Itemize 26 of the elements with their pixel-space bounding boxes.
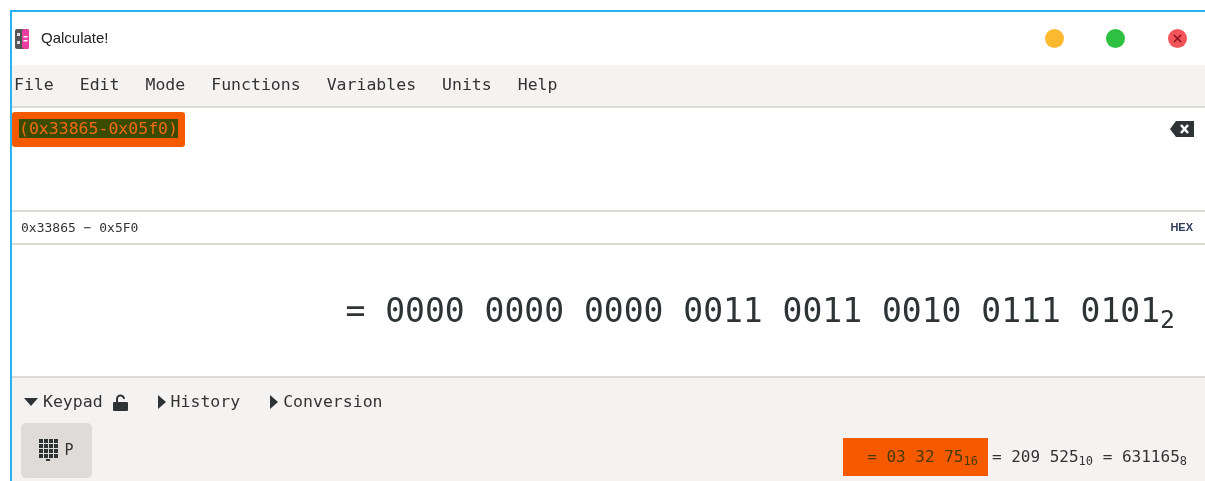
keypad-toggle-button[interactable]: P bbox=[21, 422, 92, 478]
conversion-result: = 209 525$_{10}$ = 631165$_{8}$ bbox=[990, 445, 1188, 470]
calculator-icon bbox=[15, 28, 29, 49]
lock-icon[interactable] bbox=[112, 393, 128, 411]
menu-item[interactable]: Variables bbox=[326, 73, 417, 98]
result-text: = 0000 0000 0000 0011 0011 0010 0111 0101$_{2}$ bbox=[345, 289, 1175, 336]
panel-toggle[interactable]: Conversion bbox=[270, 390, 383, 415]
menu-item[interactable]: File bbox=[14, 73, 54, 98]
collapsed-arrow-icon bbox=[157, 395, 166, 410]
menu-item[interactable]: Units bbox=[442, 73, 492, 98]
mode-label: HEX bbox=[1170, 220, 1193, 236]
menu-item[interactable]: Help bbox=[517, 73, 558, 98]
collapsed-arrow-icon bbox=[270, 395, 279, 410]
expanded-arrow-icon bbox=[24, 398, 38, 407]
parsed-expression: 0x33865 − 0x5F0 bbox=[21, 218, 139, 237]
panel-toggle[interactable]: Keypad bbox=[24, 390, 128, 415]
close-icon bbox=[1173, 34, 1182, 43]
conversion-result: = 03 32 75$_{16}$ bbox=[843, 437, 988, 476]
panel-toggle[interactable]: History bbox=[157, 390, 241, 415]
backspace-icon[interactable] bbox=[1169, 120, 1195, 138]
menu-item[interactable]: Mode bbox=[145, 73, 186, 98]
keypad-icon bbox=[39, 439, 59, 462]
close-button[interactable] bbox=[1168, 29, 1187, 48]
menu-item[interactable]: Functions bbox=[211, 73, 301, 98]
menu-item[interactable]: Edit bbox=[79, 73, 120, 98]
window-title: Qalculate! bbox=[41, 28, 109, 49]
